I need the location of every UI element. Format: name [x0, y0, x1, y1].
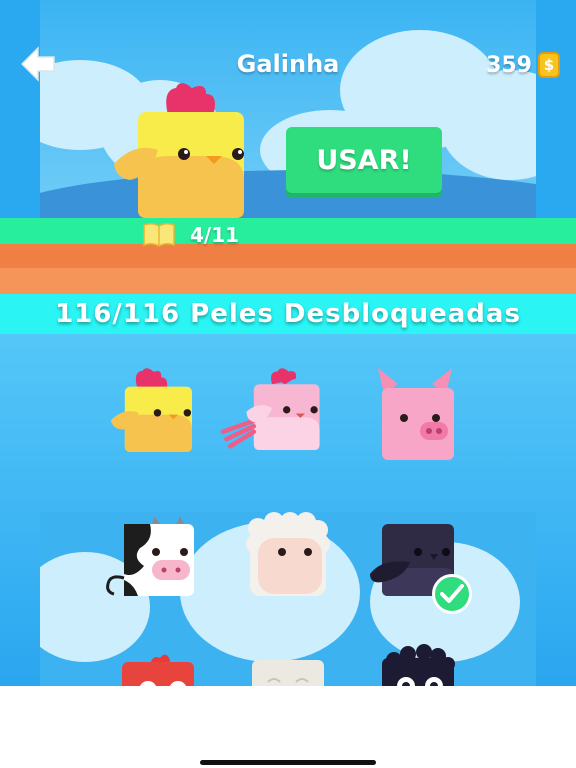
unlocked-banner: 116/116 Peles Desbloqueadas — [0, 294, 576, 334]
cow-icon — [106, 516, 194, 596]
ground-stripe — [0, 268, 576, 294]
pink-bird-icon — [220, 368, 320, 450]
sheep-icon — [246, 512, 330, 596]
home-indicator[interactable] — [200, 760, 376, 765]
skin-progress: 4/11 — [142, 222, 239, 248]
chicken-icon — [110, 368, 192, 452]
skin-white-animal[interactable] — [252, 660, 324, 686]
book-icon — [143, 222, 175, 247]
skin-pink-bird[interactable] — [218, 366, 328, 450]
skin-penguin[interactable] — [380, 644, 456, 686]
red-bird-icon — [122, 654, 194, 686]
white-animal-icon — [252, 660, 324, 686]
coin-icon: $ — [538, 52, 560, 78]
bottom-safe-area — [0, 686, 576, 768]
ground-stripe — [0, 244, 576, 268]
use-button[interactable]: USAR! — [286, 127, 442, 193]
selected-check-icon — [432, 574, 472, 614]
skin-chicken[interactable] — [108, 368, 192, 452]
progress-count: 4/11 — [190, 223, 240, 247]
coin-balance: 359 $ — [486, 52, 560, 78]
skin-sheep[interactable] — [246, 512, 330, 598]
ground-stripe — [0, 218, 576, 244]
chicken-character — [114, 83, 244, 218]
pig-icon — [378, 368, 454, 460]
skin-red-bird[interactable] — [122, 650, 196, 686]
skin-cow[interactable] — [104, 514, 196, 598]
grid-row-clipped — [0, 640, 576, 686]
coin-count: 359 — [486, 52, 532, 78]
penguin-icon — [382, 644, 455, 686]
selected-skin-preview — [110, 80, 260, 225]
skin-pig[interactable] — [376, 366, 458, 460]
